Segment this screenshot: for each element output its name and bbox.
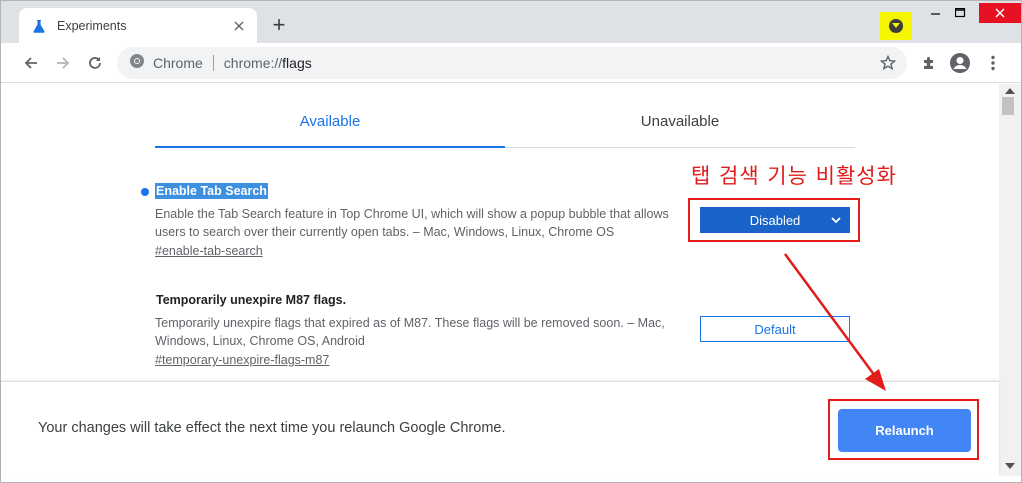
flag-title: Temporarily unexpire M87 flags.	[156, 293, 347, 307]
chrome-logo-icon	[129, 53, 145, 74]
select-value: Default	[754, 321, 796, 337]
bookmark-star-icon[interactable]	[879, 54, 897, 72]
maximize-button[interactable]	[945, 3, 975, 23]
tab-unavailable[interactable]: Unavailable	[505, 102, 855, 148]
scrollbar[interactable]	[999, 84, 1021, 476]
flag-select-unexpire-m87[interactable]: Default	[700, 316, 850, 342]
forward-button[interactable]	[51, 51, 75, 75]
chevron-down-icon	[889, 19, 903, 33]
tab-strip: Experiments +	[1, 1, 1021, 43]
flask-icon	[31, 18, 47, 34]
close-icon[interactable]	[231, 18, 247, 34]
scroll-up-icon[interactable]	[1005, 88, 1015, 94]
flag-description: Temporarily unexpire flags that expired …	[155, 316, 665, 348]
divider	[212, 55, 214, 71]
back-button[interactable]	[19, 51, 43, 75]
menu-button[interactable]	[981, 51, 1005, 75]
address-bar[interactable]: Chrome chrome://flags	[117, 47, 907, 79]
arrow-right-icon	[57, 57, 70, 69]
relaunch-message: Your changes will take effect the next t…	[38, 420, 506, 436]
avatar-icon	[950, 53, 970, 73]
more-vert-icon	[991, 55, 995, 71]
window-close-button[interactable]	[979, 3, 1021, 23]
flags-tabs: Available Unavailable	[155, 102, 855, 148]
scroll-thumb[interactable]	[1002, 97, 1014, 115]
flag-title: Enable Tab Search	[155, 183, 268, 199]
modified-indicator	[141, 188, 149, 196]
tab-experiments[interactable]: Experiments	[19, 8, 257, 43]
flag-link[interactable]: #enable-tab-search	[155, 244, 263, 258]
tab-search-button[interactable]	[880, 12, 912, 40]
toolbar: Chrome chrome://flags	[1, 43, 1021, 83]
puzzle-icon	[924, 57, 933, 69]
flag-description: Enable the Tab Search feature in Top Chr…	[155, 207, 669, 239]
annotation-box	[688, 198, 860, 242]
annotation-box	[828, 399, 979, 460]
reload-icon	[89, 57, 101, 69]
flag-link[interactable]: #temporary-unexpire-flags-m87	[155, 353, 329, 367]
url-scheme: chrome://	[223, 55, 283, 71]
extensions-button[interactable]	[917, 51, 941, 75]
new-tab-button[interactable]: +	[269, 14, 289, 36]
url-text: chrome://flags	[224, 55, 312, 71]
url-path: flags	[282, 55, 312, 71]
profile-button[interactable]	[948, 51, 972, 75]
annotation-label: 탭 검색 기능 비활성화	[691, 164, 897, 188]
site-label: Chrome	[153, 55, 203, 71]
browser-window: Experiments + Chrome chrome://flags Avai…	[0, 0, 1022, 483]
tab-available[interactable]: Available	[155, 102, 505, 148]
reload-button[interactable]	[83, 51, 107, 75]
scroll-down-icon[interactable]	[1005, 463, 1015, 469]
tab-title: Experiments	[57, 18, 127, 33]
flags-page: Available Unavailable Enable Tab Search …	[1, 84, 999, 381]
arrow-left-icon	[24, 57, 37, 69]
